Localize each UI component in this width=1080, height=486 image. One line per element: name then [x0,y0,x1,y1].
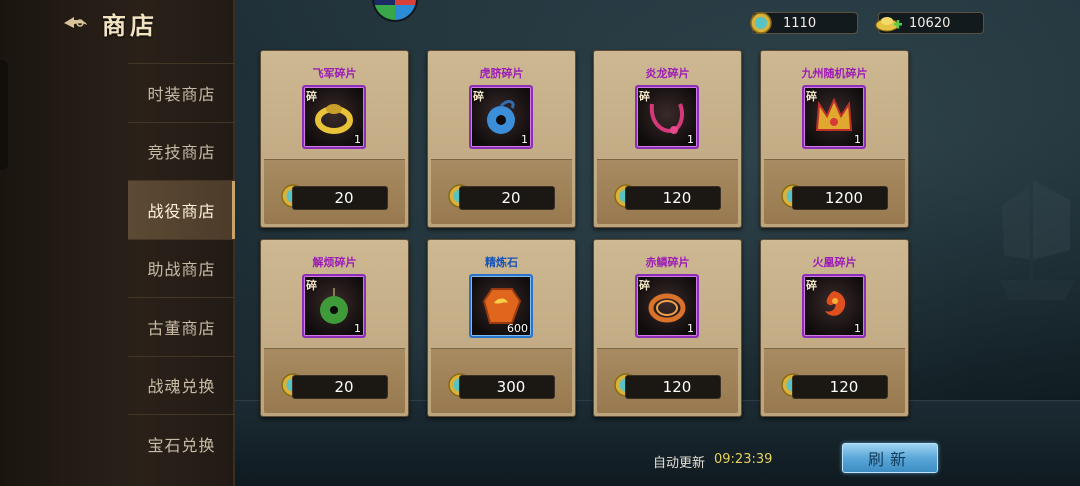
sidebar-handle [0,60,8,170]
sidebar: 商店 时装商店 竞技商店 战役商店 助战商店 古董商店 战魂兑换 宝石兑换 [0,0,235,486]
auto-refresh-timer: 09:23:39 [714,452,773,467]
shop-item-card[interactable]: 炎龙碎片 碎 1 120 [593,50,742,228]
coin-amount: 1110 [783,15,817,31]
item-quantity: 1 [687,133,694,146]
fragment-mark: 碎 [473,90,484,103]
shop-item-card[interactable]: 火凰碎片 碎 1 120 [760,239,909,417]
item-price: 120 [625,186,721,210]
menu-item-fashion-shop[interactable]: 时装商店 [128,63,235,122]
fragment-mark: 碎 [306,90,317,103]
menu-item-gem-exchange[interactable]: 宝石兑换 [128,414,235,473]
item-icon-frame: 碎 1 [302,85,366,149]
shop-item-card[interactable]: 赤鳞碎片 碎 1 120 [593,239,742,417]
menu-item-battle-soul-exchange[interactable]: 战魂兑换 [128,355,235,415]
item-name: 飞军碎片 [312,67,357,80]
menu-item-antique-shop[interactable]: 古董商店 [128,297,235,356]
item-icon-frame: 碎 1 [802,85,866,149]
menu-item-campaign-shop[interactable]: 战役商店 [128,180,235,239]
page-title: 商店 [102,10,158,40]
ingot-amount: 10620 [909,15,951,31]
item-icon-frame: 碎 1 [302,274,366,338]
back-cloud-icon[interactable] [60,12,90,34]
item-name: 九州随机碎片 [801,67,868,80]
fragment-mark: 碎 [806,279,817,292]
item-quantity: 1 [854,322,861,335]
item-icon-frame: 600 [469,274,533,338]
item-quantity: 600 [507,322,528,335]
fragment-mark: 碎 [806,90,817,103]
item-price: 120 [625,375,721,399]
item-price: 1200 [792,186,888,210]
item-price: 120 [792,375,888,399]
fragment-mark: 碎 [639,279,650,292]
refresh-button[interactable]: 刷新 [842,443,938,473]
gold-ingot-add-icon[interactable] [875,11,903,35]
item-name: 虎脐碎片 [479,67,524,80]
menu-item-support-shop[interactable]: 助战商店 [128,238,235,298]
coin-icon [750,12,772,34]
ship-silhouette [1000,170,1075,300]
item-name: 解烦碎片 [312,256,357,269]
item-quantity: 1 [521,133,528,146]
item-name: 赤鳞碎片 [645,256,690,269]
auto-refresh-label: 自动更新 [653,456,706,471]
item-price: 20 [292,375,388,399]
fragment-mark: 碎 [306,279,317,292]
item-quantity: 1 [854,133,861,146]
item-quantity: 1 [354,133,361,146]
shop-item-card[interactable]: 精炼石 600 300 [427,239,576,417]
fragment-mark: 碎 [639,90,650,103]
shop-item-card[interactable]: 虎脐碎片 碎 1 20 [427,50,576,228]
item-icon-frame: 碎 1 [635,274,699,338]
item-quantity: 1 [354,322,361,335]
item-name: 精炼石 [485,256,518,269]
item-quantity: 1 [687,322,694,335]
item-icon-frame: 碎 1 [802,274,866,338]
item-price: 20 [459,186,555,210]
shop-menu: 时装商店 竞技商店 战役商店 助战商店 古董商店 战魂兑换 宝石兑换 [128,63,235,473]
header: 商店 [60,6,158,40]
dragon-necklace-icon [649,103,684,134]
green-jade-icon [320,288,348,324]
coin-balance: 1110 [750,12,858,34]
golden-crown-icon [815,97,853,131]
item-name: 火凰碎片 [812,256,857,269]
shop-item-card[interactable]: 飞军碎片 碎 1 20 [260,50,409,228]
jade-pendant-icon [487,100,515,134]
item-price: 20 [292,186,388,210]
menu-item-arena-shop[interactable]: 竞技商店 [128,121,235,181]
ingot-balance: 10620 [875,11,984,35]
gold-ring-icon [315,104,353,134]
red-bracelet-icon [648,293,686,323]
item-icon-frame: 碎 1 [469,85,533,149]
item-icon-frame: 碎 1 [635,85,699,149]
item-name: 炎龙碎片 [645,67,690,80]
item-price: 300 [459,375,555,399]
shop-item-card[interactable]: 解烦碎片 碎 1 20 [260,239,409,417]
shop-item-card[interactable]: 九州随机碎片 碎 1 1200 [760,50,909,228]
fire-phoenix-icon [825,291,846,316]
